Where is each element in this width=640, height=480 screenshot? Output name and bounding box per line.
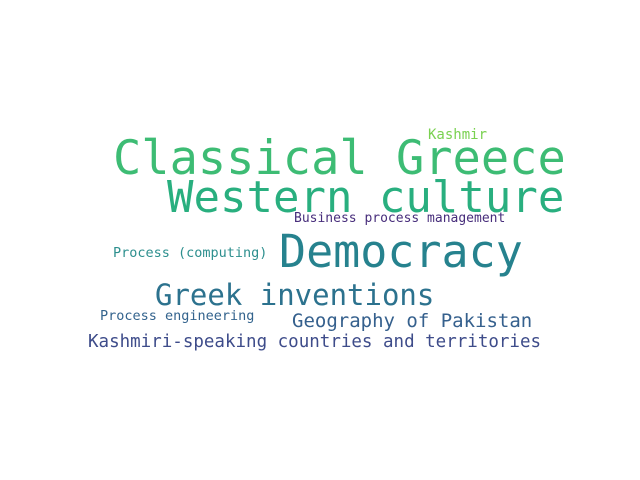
word-cloud: Kashmir Classical Greece Western culture… [0, 0, 640, 480]
word-kashmiri-speaking: Kashmiri-speaking countries and territor… [88, 332, 542, 352]
word-process-engineering: Process engineering [100, 308, 255, 324]
word-business-process-management: Business process management [294, 211, 506, 226]
word-process-computing: Process (computing) [113, 245, 268, 261]
word-geography-of-pakistan: Geography of Pakistan [292, 310, 533, 332]
word-greek-inventions: Greek inventions [155, 278, 435, 312]
word-democracy: Democracy [279, 225, 523, 278]
